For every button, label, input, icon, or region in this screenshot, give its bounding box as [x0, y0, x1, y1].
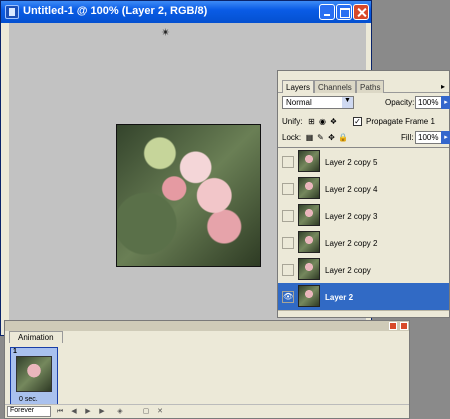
layer-thumbnail — [298, 285, 320, 307]
eye-icon[interactable]: 👁 — [282, 291, 294, 303]
new-frame-icon[interactable]: ▢ — [141, 407, 151, 417]
layer-name: Layer 2 copy 2 — [325, 239, 378, 248]
layer-row-copy-4[interactable]: Layer 2 copy 4 — [278, 175, 449, 203]
lock-move-icon[interactable]: ✥ — [327, 133, 336, 142]
play-icon[interactable]: ▶ — [83, 407, 93, 417]
unify-visibility-icon[interactable]: ◉ — [318, 117, 327, 126]
lock-row: Lock: ▦ ✎ ✥ 🔒 Fill: 100% ▸ — [278, 129, 450, 147]
fill-label: Fill: — [401, 133, 414, 142]
panel-menu-icon[interactable]: ▸ — [441, 82, 445, 91]
loop-select[interactable]: Forever — [7, 406, 51, 417]
layer-name: Layer 2 — [325, 293, 354, 302]
layer-list: Layer 2 copy 5 Layer 2 copy 4 Layer 2 co… — [278, 147, 449, 313]
layer-row-copy[interactable]: Layer 2 copy — [278, 256, 449, 284]
previous-frame-icon[interactable]: ◀ — [69, 407, 79, 417]
layer-thumbnail — [298, 231, 320, 253]
delete-frame-icon[interactable]: ✕ — [155, 407, 165, 417]
propagate-label: Propagate Frame 1 — [366, 117, 435, 126]
tab-channels[interactable]: Channels — [314, 80, 356, 93]
begonia-image[interactable] — [116, 124, 261, 267]
layer-name: Layer 2 copy 4 — [325, 185, 378, 194]
layer-name: Layer 2 copy 5 — [325, 158, 378, 167]
opacity-arrow-icon[interactable]: ▸ — [441, 96, 450, 109]
layer-thumbnail — [298, 204, 320, 226]
layers-panel: Layers Channels Paths ▸ Normal ▼ Opacity… — [277, 70, 450, 318]
panel-minimize-icon[interactable] — [389, 322, 397, 330]
tab-animation[interactable]: Animation — [9, 331, 63, 343]
opacity-input[interactable]: 100% — [415, 96, 443, 109]
layer-thumbnail — [298, 177, 320, 199]
animation-controls: Forever ⏮ ◀ ▶ ▶ ◈ ▢ ✕ — [5, 404, 409, 418]
magic-wand-cursor-icon: ✴ — [161, 27, 171, 39]
animation-frame[interactable]: 1 0 sec. — [10, 347, 58, 405]
first-frame-icon[interactable]: ⏮ — [55, 407, 65, 417]
maximize-button[interactable] — [336, 4, 352, 20]
unify-label: Unify: — [282, 117, 303, 126]
layer-row-copy-3[interactable]: Layer 2 copy 3 — [278, 202, 449, 230]
minimize-button[interactable] — [319, 4, 335, 20]
panel-tabs: Layers Channels Paths — [278, 79, 449, 93]
close-button[interactable] — [353, 4, 369, 20]
panel-close-icon[interactable] — [400, 322, 408, 330]
layer-name: Layer 2 copy — [325, 266, 371, 275]
layer-row-copy-5[interactable]: Layer 2 copy 5 — [278, 148, 449, 176]
visibility-toggle[interactable] — [282, 264, 294, 276]
frame-thumbnail — [16, 356, 52, 392]
unify-style-icon[interactable]: ❖ — [329, 117, 338, 126]
layer-row-copy-2[interactable]: Layer 2 copy 2 — [278, 229, 449, 257]
chevron-down-icon: ▼ — [342, 97, 353, 108]
layer-thumbnail — [298, 258, 320, 280]
blend-mode-value: Normal — [286, 98, 312, 107]
layer-thumbnail — [298, 150, 320, 172]
frame-number: 1 — [13, 348, 17, 355]
lock-all-icon[interactable]: 🔒 — [338, 133, 348, 142]
lock-transparency-icon[interactable]: ▦ — [305, 133, 314, 142]
unify-position-icon[interactable]: ⊞ — [307, 117, 316, 126]
tab-layers[interactable]: Layers — [282, 80, 315, 93]
lock-label: Lock: — [282, 133, 302, 142]
next-frame-icon[interactable]: ▶ — [97, 407, 107, 417]
animation-panel: Animation 1 0 sec. Forever ⏮ ◀ ▶ ▶ ◈ ▢ ✕ — [4, 320, 410, 419]
lock-paint-icon[interactable]: ✎ — [316, 133, 325, 142]
opacity-label: Opacity: — [385, 98, 415, 107]
visibility-toggle[interactable] — [282, 183, 294, 195]
layer-name: Layer 2 copy 3 — [325, 212, 378, 221]
frame-delay[interactable]: 0 sec. — [19, 396, 38, 403]
title-bar[interactable]: Untitled-1 @ 100% (Layer 2, RGB/8) — [1, 1, 371, 23]
blend-row: Normal ▼ Opacity: 100% ▸ — [278, 94, 450, 112]
photoshop-document-icon — [5, 5, 19, 19]
animation-panel-header[interactable] — [5, 321, 409, 331]
layer-row-layer-2[interactable]: 👁 Layer 2 — [278, 283, 449, 311]
fill-arrow-icon[interactable]: ▸ — [441, 131, 450, 144]
propagate-checkbox[interactable]: ✓ — [353, 117, 362, 126]
visibility-toggle[interactable] — [282, 210, 294, 222]
blend-mode-select[interactable]: Normal ▼ — [282, 96, 354, 109]
fill-input[interactable]: 100% — [415, 131, 443, 144]
visibility-toggle[interactable] — [282, 237, 294, 249]
tab-paths[interactable]: Paths — [356, 80, 385, 93]
visibility-toggle[interactable] — [282, 156, 294, 168]
document-title: Untitled-1 @ 100% (Layer 2, RGB/8) — [23, 5, 208, 17]
tween-icon[interactable]: ◈ — [115, 407, 125, 417]
